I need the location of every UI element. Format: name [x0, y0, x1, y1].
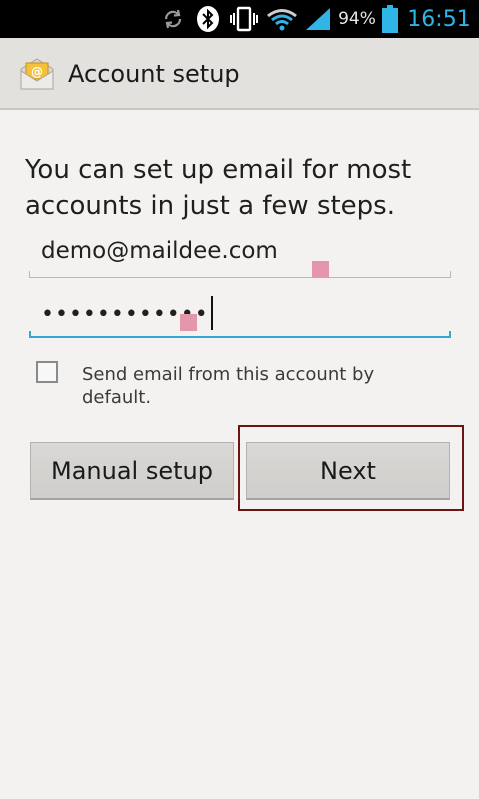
manual-setup-button[interactable]: Manual setup: [30, 442, 234, 500]
bluetooth-icon: [194, 0, 222, 38]
action-bar: @ Account setup: [0, 38, 479, 110]
battery-percent: 94%: [338, 9, 376, 29]
battery-icon: [379, 0, 401, 38]
next-button-highlight: [238, 425, 464, 511]
intro-text: You can set up email for most accounts i…: [25, 155, 412, 221]
touch-marker: [180, 314, 197, 331]
sync-icon: [158, 0, 188, 38]
signal-icon: [302, 0, 334, 38]
clock: 16:51: [407, 6, 471, 32]
password-field-underline: [29, 331, 451, 338]
email-app-icon[interactable]: @: [19, 57, 55, 91]
default-account-checkbox-label[interactable]: Send email from this account by default.: [82, 363, 442, 409]
page-title: Account setup: [68, 60, 240, 88]
password-field[interactable]: ••••••••••••: [29, 288, 451, 338]
svg-text:@: @: [31, 65, 43, 79]
vibrate-icon: [228, 0, 260, 38]
email-field-underline: [29, 271, 451, 278]
wifi-icon: [264, 0, 300, 38]
text-cursor: [210, 296, 213, 330]
touch-marker: [312, 261, 329, 278]
status-bar: 94% 16:51: [0, 0, 479, 38]
email-field[interactable]: demo@maildee.com: [29, 232, 451, 278]
email-field-value: demo@maildee.com: [41, 238, 278, 264]
default-account-checkbox[interactable]: [36, 361, 58, 383]
